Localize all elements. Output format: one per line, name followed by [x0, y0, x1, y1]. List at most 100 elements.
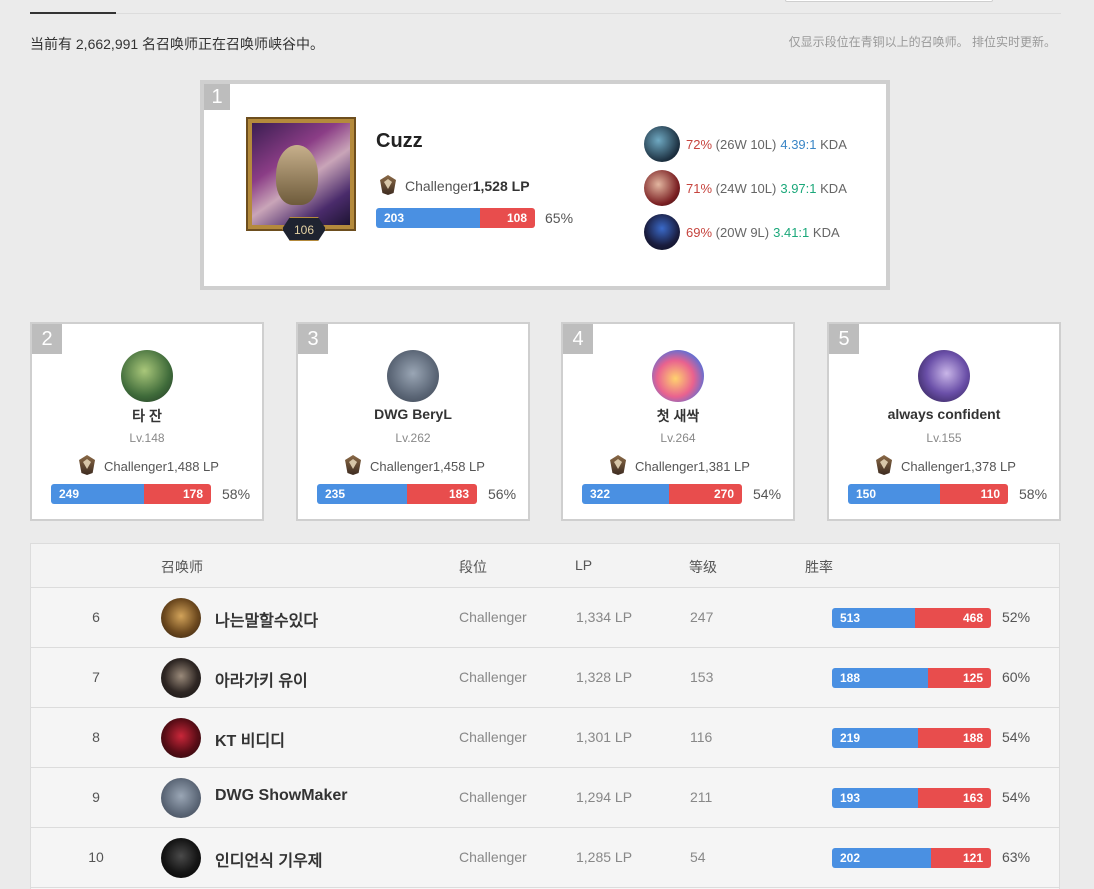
table-row[interactable]: 8 KT 비디디 Challenger 1,301 LP 116 219 188 54% — [31, 708, 1059, 768]
tier-label: Challenger — [405, 178, 473, 194]
tier-info: Challenger 1,378 LP — [829, 453, 1059, 479]
tier-label: Challenger — [901, 458, 964, 474]
winrate-value: 58% — [222, 486, 251, 502]
champion-row[interactable]: 72% (26W 10L) 4.39:1 KDA — [644, 122, 847, 166]
win-loss-bar: 202 121 — [832, 848, 991, 868]
winrate-value: 60% — [1002, 669, 1031, 685]
level-value: 54 — [690, 849, 706, 865]
champion-row[interactable]: 71% (24W 10L) 3.97:1 KDA — [644, 166, 847, 210]
rank-5-card[interactable]: 5 always confident Lv.155 Challenger 1,37… — [827, 322, 1061, 521]
champion-icon — [644, 214, 680, 250]
tier-label: Challenger — [370, 458, 433, 474]
level-value: 247 — [690, 609, 714, 625]
winrate-value: 56% — [488, 486, 517, 502]
wins-segment: 193 — [832, 788, 918, 808]
summoner-avatar[interactable] — [161, 658, 201, 698]
champion-row[interactable]: 69% (20W 9L) 3.41:1 KDA — [644, 210, 847, 254]
wins-segment: 322 — [582, 484, 669, 504]
winrate-value: 54% — [1002, 729, 1031, 745]
summoner-avatar[interactable] — [121, 350, 173, 402]
level-value: 116 — [690, 729, 713, 745]
summoner-avatar[interactable] — [652, 350, 704, 402]
level-value: 153 — [690, 669, 714, 685]
summoner-name[interactable]: KT 비디디 — [215, 727, 285, 751]
wins-segment: 150 — [848, 484, 940, 504]
kda-label: KDA — [820, 180, 847, 196]
win-loss-bar: 188 125 — [832, 668, 991, 688]
champion-record: (24W 10L) — [715, 180, 777, 196]
summoner-name[interactable]: 인디언식 기우제 — [215, 847, 323, 871]
champion-icon — [644, 170, 680, 206]
profile-icon-image — [276, 145, 318, 205]
wins-segment: 203 — [376, 208, 480, 228]
winrate-value: 54% — [1002, 789, 1031, 805]
challenger-emblem-icon — [75, 453, 99, 479]
column-tier[interactable]: 段位 — [459, 557, 487, 577]
lp-value: 1,334 LP — [576, 609, 633, 625]
summoner-avatar[interactable] — [161, 718, 201, 758]
winrate-value: 52% — [1002, 609, 1031, 625]
challenger-emblem-icon — [376, 173, 400, 199]
rank-badge: 5 — [829, 324, 859, 354]
rank-3-card[interactable]: 3 DWG BeryL Lv.262 Challenger 1,458 LP 23… — [296, 322, 530, 521]
most-played-champions: 72% (26W 10L) 4.39:1 KDA 71% (24W 10L) 3… — [644, 122, 847, 254]
table-row[interactable]: 7 아라가키 유이 Challenger 1,328 LP 153 188 125 60% — [31, 648, 1059, 708]
summoner-name[interactable]: 첫 새싹 — [563, 406, 793, 426]
champion-kda: 3.41:1 — [773, 224, 810, 240]
tier-label: Challenger — [459, 609, 527, 625]
tier-info: Challenger 1,528 LP — [376, 173, 530, 199]
lp-value: 1,285 LP — [576, 849, 633, 865]
summoner-avatar[interactable] — [387, 350, 439, 402]
summoner-name[interactable]: 아라가키 유이 — [215, 667, 308, 691]
losses-segment: 121 — [931, 848, 991, 868]
losses-segment: 270 — [669, 484, 742, 504]
table-row[interactable]: 9 DWG ShowMaker Challenger 1,294 LP 211 193 16… — [31, 768, 1059, 828]
column-winrate[interactable]: 胜率 — [805, 557, 833, 577]
table-row[interactable]: 10 인디언식 기우제 Challenger 1,285 LP 54 202 121 63% — [31, 828, 1059, 888]
losses-segment: 188 — [918, 728, 991, 748]
losses-segment: 125 — [928, 668, 991, 688]
losses-segment: 108 — [480, 208, 535, 228]
summoner-avatar[interactable] — [161, 598, 201, 638]
tier-label: Challenger — [459, 729, 527, 745]
champion-record: (26W 10L) — [715, 136, 777, 152]
summoner-name[interactable]: 나는말할수있다 — [215, 607, 318, 631]
rank-1-card[interactable]: 1 106 Cuzz Challenger 1,528 LP 203 108 65… — [200, 80, 890, 290]
champion-winrate: 69% — [686, 224, 713, 240]
tier-label: Challenger — [459, 849, 527, 865]
ranking-notice: 仅显示段位在青铜以上的召唤师。 排位实时更新。 — [788, 35, 1056, 49]
champion-winrate: 71% — [686, 180, 713, 196]
search-input[interactable] — [785, 0, 993, 2]
table-header: 召唤师 段位 LP 等级 胜率 — [31, 544, 1059, 588]
wins-segment: 235 — [317, 484, 407, 504]
summoner-name[interactable]: DWG BeryL — [298, 406, 528, 422]
column-lp[interactable]: LP — [575, 557, 592, 573]
winrate-value: 63% — [1002, 849, 1031, 865]
rank-badge: 1 — [204, 84, 230, 110]
summoner-level: Lv.155 — [926, 431, 962, 445]
active-tab-indicator — [30, 12, 116, 14]
losses-segment: 178 — [144, 484, 211, 504]
wins-segment: 219 — [832, 728, 918, 748]
level-badge: 106 — [282, 217, 326, 241]
table-row[interactable]: 6 나는말할수있다 Challenger 1,334 LP 247 513 468 52% — [31, 588, 1059, 648]
lp-value: 1,381 LP — [697, 458, 750, 474]
win-loss-bar: 203 108 — [376, 208, 535, 228]
summoner-name[interactable]: Cuzz — [376, 130, 423, 153]
summoner-avatar[interactable] — [161, 778, 201, 818]
rank-number: 10 — [88, 849, 104, 865]
column-level[interactable]: 等级 — [689, 557, 717, 577]
summoner-name[interactable]: DWG ShowMaker — [215, 787, 347, 805]
summoner-portrait[interactable]: 106 — [242, 115, 360, 241]
summoner-avatar[interactable] — [918, 350, 970, 402]
summoner-name[interactable]: 타 잔 — [32, 406, 262, 426]
summoner-name[interactable]: always confident — [829, 406, 1059, 422]
challenger-emblem-icon — [341, 453, 365, 479]
tier-info: Challenger 1,488 LP — [32, 453, 262, 479]
column-summoner[interactable]: 召唤师 — [161, 557, 203, 577]
win-loss-bar: 219 188 — [832, 728, 991, 748]
summoner-avatar[interactable] — [161, 838, 201, 878]
rank-4-card[interactable]: 4 첫 새싹 Lv.264 Challenger 1,381 LP 322 270… — [561, 322, 795, 521]
online-summary: 当前有 2,662,991 名召唤师正在召唤师峡谷中。 — [30, 36, 325, 52]
rank-2-card[interactable]: 2 타 잔 Lv.148 Challenger 1,488 LP 249 178 … — [30, 322, 264, 521]
